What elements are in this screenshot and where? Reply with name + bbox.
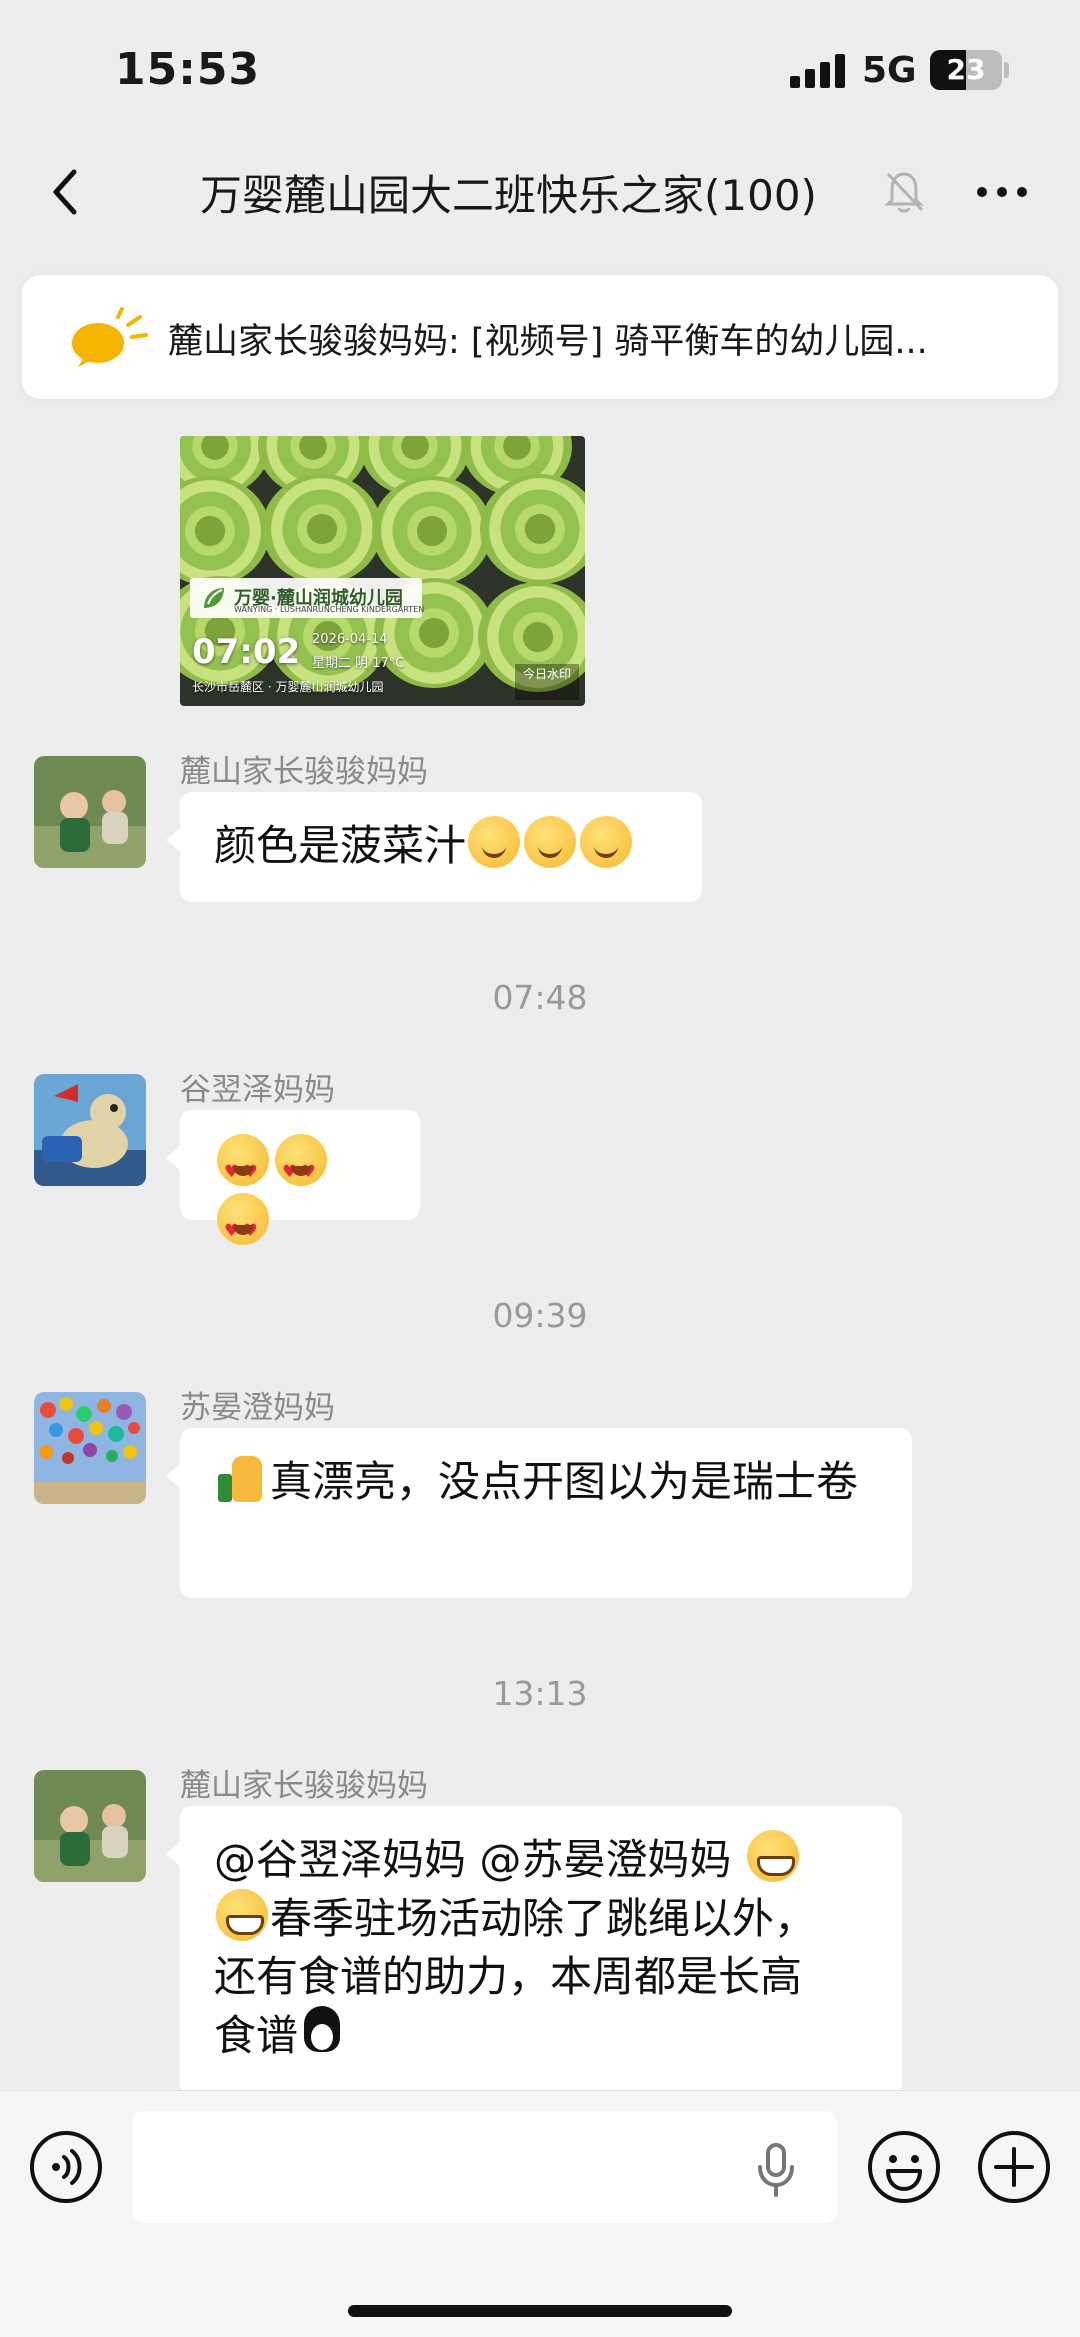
signal-icon (790, 54, 846, 88)
emoji-icon[interactable] (866, 2129, 942, 2205)
message-bubble[interactable]: 颜色是菠菜汁 (166, 792, 702, 902)
message-text-input[interactable] (132, 2111, 837, 2223)
more-options-icon[interactable] (972, 170, 1032, 214)
grin-emoji-icon (746, 1830, 799, 1882)
avatar[interactable] (34, 1770, 146, 1882)
voice-mode-icon[interactable] (28, 2129, 104, 2205)
thumbs-up-emoji-icon (214, 1452, 266, 1504)
message-text: 颜色是菠菜汁 (214, 821, 467, 870)
back-arrow-icon[interactable] (38, 162, 98, 222)
avatar[interactable] (34, 756, 146, 868)
heart-eyes-emoji-icon (217, 1134, 269, 1201)
avatar[interactable] (34, 1074, 146, 1186)
watermark-logo: 万婴·麓山润城幼儿园 WANYING · LUSHANRUNCHENG KIND… (190, 578, 424, 618)
sender-name: 苏晏澄妈妈 (180, 1390, 335, 1426)
message-input-bar (0, 2090, 1080, 2337)
message-bubble[interactable]: @谷翌泽妈妈 @苏晏澄妈妈 春季驻场活动除了跳绳以外， 还有食谱的助力，本周都是… (166, 1806, 902, 2096)
watermark-location: 长沙市岳麓区 · 万婴麓山润城幼儿园 (192, 680, 384, 694)
add-plus-icon[interactable] (976, 2129, 1052, 2205)
sender-name: 麓山家长骏骏妈妈 (180, 754, 428, 790)
chat-image[interactable]: 万婴·麓山润城幼儿园 WANYING · LUSHANRUNCHENG KIND… (180, 436, 585, 706)
sender-name: 谷翌泽妈妈 (180, 1072, 335, 1108)
heart-eyes-emoji-icon (217, 1193, 269, 1260)
pinned-message-text: 麓山家长骏骏妈妈: [视频号] 骑平衡车的幼儿园... (168, 322, 928, 362)
status-bar: 15:53 5G 23 (0, 0, 1080, 140)
message-text: @谷翌泽妈妈 @苏晏澄妈妈 (214, 1835, 745, 1884)
grin-emoji-icon (216, 1889, 268, 1941)
smile-emoji-icon (468, 816, 521, 868)
message-timestamp: 09:39 (492, 1296, 588, 1335)
message-text: 春季驻场活动除了跳绳以外， (270, 1894, 817, 1943)
kindergarten-logo-icon (204, 588, 224, 608)
message-timestamp: 07:48 (492, 978, 588, 1017)
message-text: 真漂亮，没点开图以为是瑞士卷 (270, 1457, 859, 1506)
microphone-icon[interactable] (752, 2141, 800, 2197)
watermark-time: 07:02 (192, 632, 301, 672)
message-timestamp: 13:13 (492, 1674, 588, 1713)
battery-icon: 23 (930, 50, 1002, 90)
smile-emoji-icon (524, 816, 577, 868)
sender-name: 麓山家长骏骏妈妈 (180, 1768, 428, 1804)
chat-header: 万婴麓山园大二班快乐之家(100) (0, 140, 1080, 250)
message-text: 食谱 (214, 2011, 299, 2060)
mute-bell-icon (884, 172, 924, 213)
message-text: 还有食谱的助力，本周都是长高 (214, 1952, 803, 2001)
announcement-icon (72, 307, 148, 367)
message-bubble[interactable] (166, 1110, 420, 1260)
battery-level: 23 (946, 53, 986, 86)
watermark-date: 2026-04-14 (312, 632, 388, 647)
message-bubble[interactable]: 真漂亮，没点开图以为是瑞士卷 (166, 1428, 912, 1598)
home-indicator (348, 2305, 732, 2317)
smile-emoji-icon (580, 816, 633, 868)
avatar[interactable] (34, 1392, 146, 1504)
watermark-weekday: 星期二 阴 17°C (312, 656, 405, 671)
status-time: 15:53 (115, 44, 261, 95)
watermark-badge: 今日水印 (515, 664, 579, 700)
heart-eyes-emoji-icon (275, 1134, 327, 1201)
pinned-message-banner[interactable]: 麓山家长骏骏妈妈: [视频号] 骑平衡车的幼儿园... (22, 275, 1058, 399)
chat-title: 万婴麓山园大二班快乐之家(100) (200, 171, 817, 220)
penguin-emoji-icon (298, 2006, 346, 2058)
network-type: 5G (862, 50, 917, 91)
